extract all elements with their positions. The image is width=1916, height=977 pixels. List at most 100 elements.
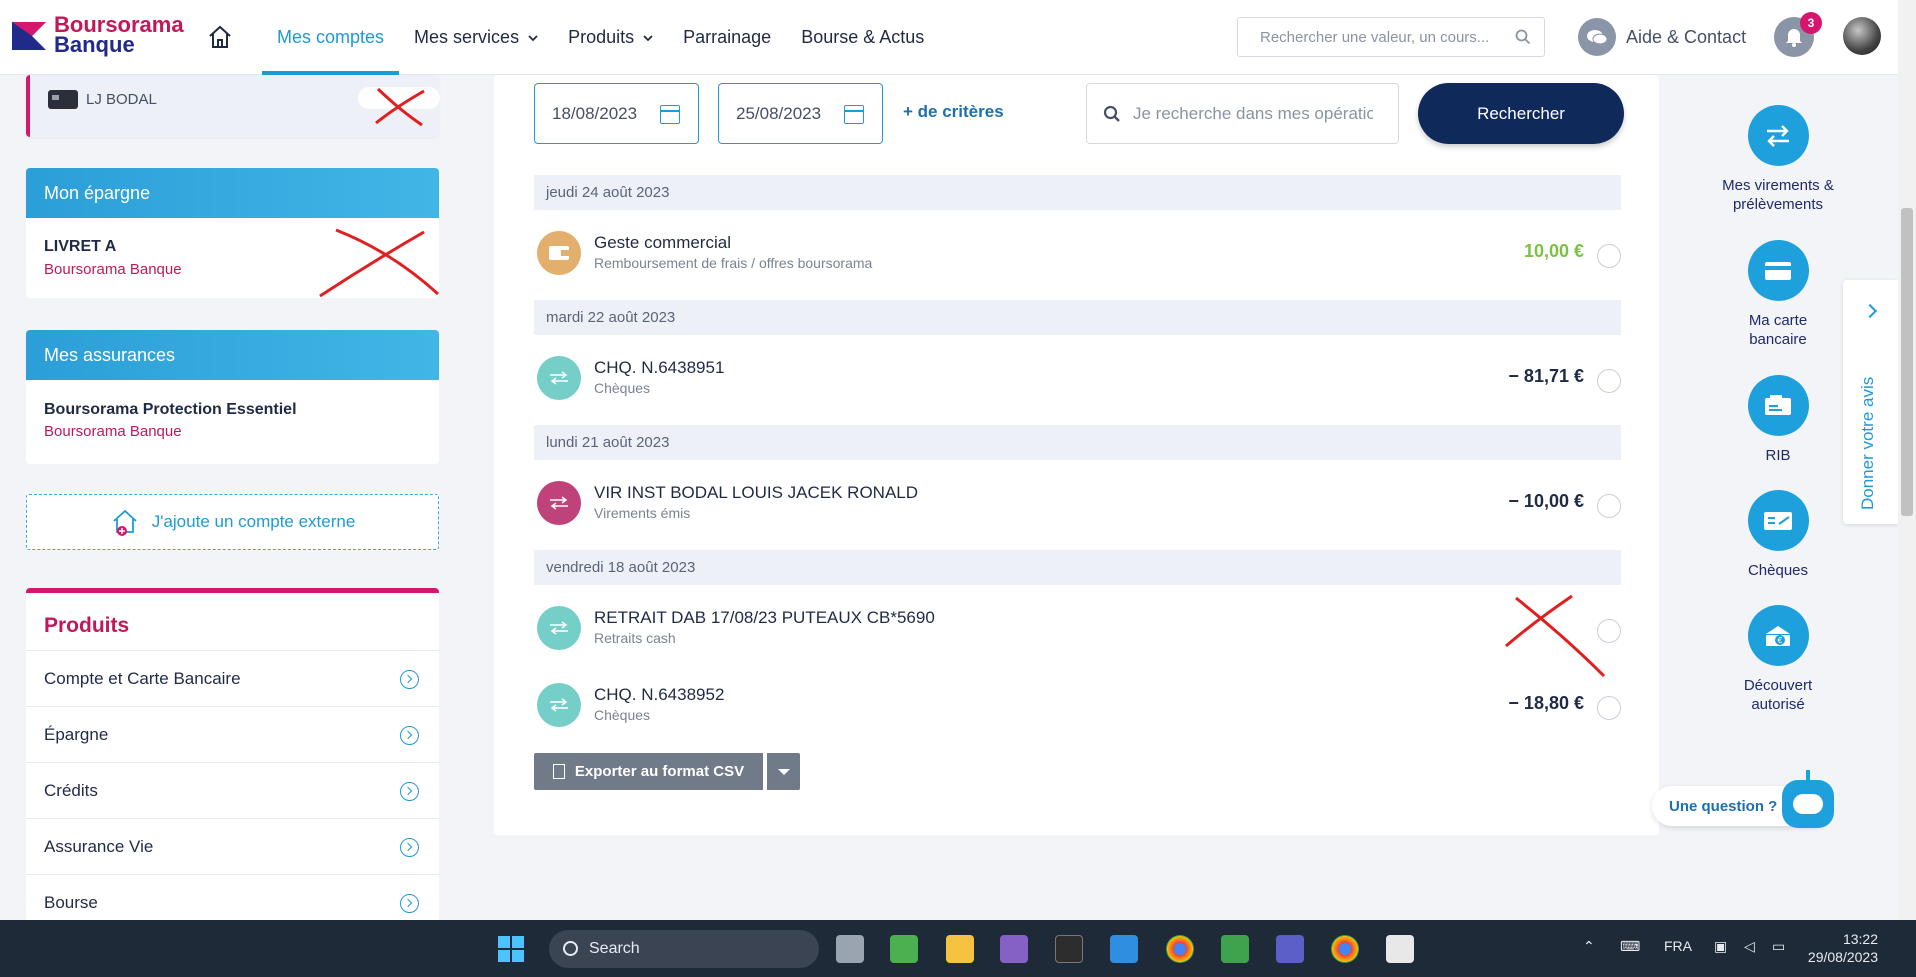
home-icon[interactable] [207, 24, 233, 50]
chrome-icon[interactable] [1331, 935, 1359, 963]
quick-action-virements[interactable]: Mes virements & prélèvements [1718, 105, 1838, 214]
insurance-account-item[interactable]: Boursorama Protection Essentiel Boursora… [26, 380, 439, 464]
chevron-circle-icon [400, 894, 419, 913]
volume-icon[interactable]: ◁ [1744, 938, 1755, 955]
top-header: Boursorama Banque Mes comptes Mes servic… [0, 0, 1898, 75]
quick-action-label: Découvert autorisé [1743, 677, 1813, 713]
house-plus-icon [113, 509, 137, 536]
quick-action-rib[interactable]: RIB [1718, 375, 1838, 465]
chrome-icon[interactable] [1166, 935, 1194, 963]
add-external-account-button[interactable]: J'ajoute un compte externe [26, 494, 439, 550]
card-account-label: LJ BODAL [86, 91, 157, 108]
battery-icon[interactable]: ▭ [1772, 938, 1785, 955]
operation-row[interactable]: Geste commercial Remboursement de frais … [534, 217, 1621, 289]
export-options-dropdown[interactable] [767, 753, 800, 790]
nav-parrainage[interactable]: Parrainage [668, 0, 786, 75]
search-icon[interactable] [1515, 29, 1531, 45]
operation-row[interactable]: CHQ. N.6438952 Chèques − 18,80 € [534, 669, 1621, 741]
operation-select-radio[interactable] [1597, 619, 1621, 643]
chevron-right-icon [1862, 303, 1878, 319]
taskbar-search[interactable]: Search [549, 930, 819, 968]
operation-amount: 10,00 € [1523, 241, 1584, 261]
product-item-epargne[interactable]: Épargne [26, 706, 439, 762]
chatbot-icon[interactable] [1782, 770, 1834, 828]
clock-date: 29/08/2023 [1807, 949, 1878, 965]
task-view-icon[interactable] [836, 935, 864, 963]
feedback-tab[interactable]: Donner votre avis [1843, 280, 1898, 524]
scrollbar-thumb[interactable] [1901, 208, 1913, 516]
date-from-field[interactable]: 18/08/2023 [534, 83, 699, 144]
operation-title: RETRAIT DAB 17/08/23 PUTEAUX CB*5690 [594, 608, 935, 627]
quick-action-carte[interactable]: Ma carte bancaire [1718, 240, 1838, 349]
transfer-icon [537, 481, 581, 525]
svg-text:€: € [1777, 636, 1782, 645]
windows-start-icon[interactable] [498, 936, 524, 962]
operations-search-input[interactable] [1133, 103, 1373, 124]
search-button[interactable]: Rechercher [1418, 83, 1624, 144]
date-to-field[interactable]: 25/08/2023 [718, 83, 883, 144]
product-item-credits[interactable]: Crédits [26, 762, 439, 818]
app-icon[interactable] [890, 935, 918, 963]
nav-bourse-actus[interactable]: Bourse & Actus [786, 0, 939, 75]
export-csv-label: Exporter au format CSV [574, 763, 745, 780]
global-search-input[interactable] [1260, 28, 1515, 46]
operation-select-radio[interactable] [1597, 494, 1621, 518]
operation-row[interactable]: CHQ. N.6438951 Chèques − 81,71 € [534, 342, 1621, 414]
keyboard-icon[interactable]: ⌨ [1620, 938, 1640, 955]
file-explorer-icon[interactable] [946, 935, 974, 963]
boursorama-logo[interactable]: Boursorama Banque [10, 12, 185, 57]
help-contact[interactable]: Aide & Contact [1578, 18, 1746, 56]
network-icon[interactable]: ▣ [1714, 938, 1727, 955]
help-contact-label: Aide & Contact [1626, 26, 1747, 47]
add-external-account-label: J'ajoute un compte externe [151, 512, 356, 531]
quick-action-cheques[interactable]: Chèques [1718, 490, 1838, 580]
operation-category: Chèques [594, 380, 651, 396]
logo-text: Boursorama Banque [54, 12, 184, 57]
operation-row[interactable]: RETRAIT DAB 17/08/23 PUTEAUX CB*5690 Ret… [534, 592, 1621, 678]
chevron-up-icon[interactable]: ⌃ [1583, 938, 1595, 955]
nav-produits[interactable]: Produits [553, 0, 668, 75]
insurance-section-header: Mes assurances [26, 330, 439, 380]
nav-mes-comptes[interactable]: Mes comptes [262, 0, 400, 75]
visual-studio-icon[interactable] [1000, 935, 1028, 963]
operation-select-radio[interactable] [1597, 244, 1621, 268]
insurance-account-name: Boursorama Protection Essentiel [44, 401, 297, 418]
nav-mes-services[interactable]: Mes services [399, 0, 553, 75]
calendar-icon[interactable] [844, 105, 864, 124]
operation-title: VIR INST BODAL LOUIS JACEK RONALD [594, 483, 919, 502]
teams-icon[interactable] [1276, 935, 1304, 963]
operation-row[interactable]: VIR INST BODAL LOUIS JACEK RONALD Vireme… [534, 467, 1621, 539]
operation-select-radio[interactable] [1597, 696, 1621, 720]
operation-select-radio[interactable] [1597, 369, 1621, 393]
snipping-tool-icon[interactable] [1386, 935, 1414, 963]
product-item-compte-carte[interactable]: Compte et Carte Bancaire [26, 650, 439, 706]
savings-account-bank: Boursorama Banque [44, 261, 182, 278]
export-csv-button[interactable]: Exporter au format CSV [534, 753, 763, 790]
quick-action-decouvert[interactable]: € Découvert autorisé [1718, 605, 1838, 714]
operation-category: Remboursement de frais / offres boursora… [594, 255, 873, 271]
insurance-account-bank: Boursorama Banque [44, 423, 182, 440]
more-criteria-link[interactable]: + de critères [903, 102, 1004, 122]
product-item-assurance-vie[interactable]: Assurance Vie [26, 818, 439, 874]
app-icon[interactable] [1221, 935, 1249, 963]
chevron-down-icon [643, 34, 653, 41]
terminal-icon[interactable] [1055, 935, 1083, 963]
cheque-icon [1747, 490, 1809, 551]
taskbar-clock[interactable]: 13:22 29/08/2023 [1786, 930, 1878, 966]
card-account-item[interactable]: LJ BODAL [26, 75, 440, 137]
quick-action-label: Ma carte bancaire [1748, 312, 1808, 348]
rib-icon [1747, 375, 1809, 436]
savings-account-item[interactable]: LIVRET A Boursorama Banque [26, 218, 440, 298]
search-icon [1103, 105, 1120, 122]
calendar-icon[interactable] [660, 105, 680, 124]
user-avatar[interactable] [1843, 17, 1881, 55]
chevron-circle-icon [400, 838, 419, 857]
savings-section-header: Mon épargne [26, 168, 439, 218]
language-indicator[interactable]: FRA [1664, 938, 1692, 954]
page-scrollbar[interactable] [1898, 0, 1916, 920]
redaction-mark [319, 228, 440, 298]
vscode-icon[interactable] [1110, 935, 1138, 963]
feedback-tab-label: Donner votre avis [1858, 376, 1877, 510]
date-from-value: 18/08/2023 [552, 103, 638, 123]
redaction-blur [358, 87, 440, 109]
